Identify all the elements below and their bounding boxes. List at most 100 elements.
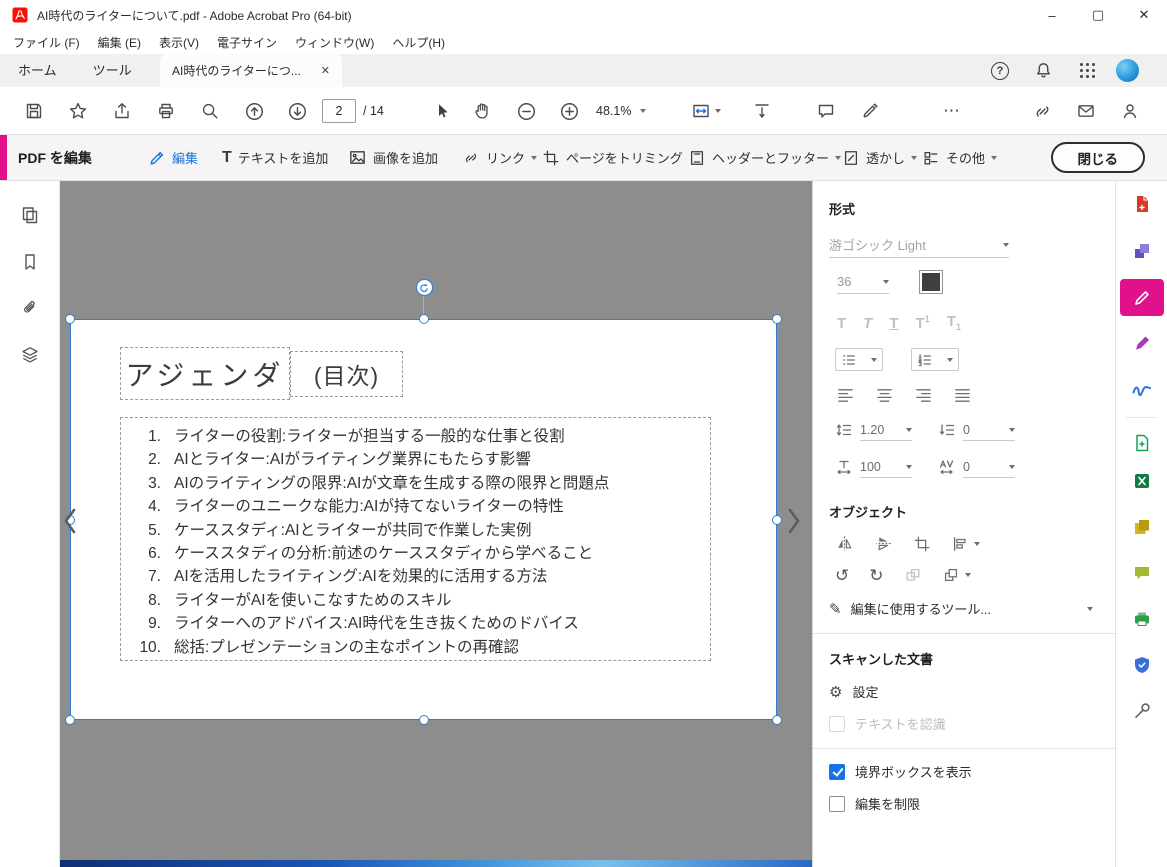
align-justify-button[interactable]	[954, 387, 971, 404]
underline-button[interactable]: T	[889, 315, 898, 332]
menu-esign[interactable]: 電子サイン	[208, 34, 286, 51]
rotate-clockwise-button[interactable]: ↻	[869, 567, 883, 584]
menu-view[interactable]: 表示(V)	[150, 34, 208, 51]
layers-icon[interactable]	[18, 343, 42, 367]
page-thumbnails-icon[interactable]	[18, 203, 42, 227]
selection-handle-bottom-center[interactable]	[418, 715, 429, 725]
selection-handle-bottom-right[interactable]	[772, 715, 782, 725]
pdf-page[interactable]: アジェンダ (目次) 1. ライターの役割:ライターが担当する一般的な仕事と役割 …	[65, 279, 782, 725]
menu-edit[interactable]: 編集 (E)	[89, 34, 150, 51]
more-tools-rail-icon[interactable]	[1129, 698, 1155, 724]
protect-pdf-icon[interactable]	[1129, 652, 1155, 678]
search-icon[interactable]	[196, 97, 224, 125]
zoom-out-button[interactable]	[512, 97, 540, 125]
scan-settings-button[interactable]: ⚙ 設定	[829, 682, 1099, 701]
font-size-dropdown[interactable]: 36	[837, 270, 889, 294]
highlighter-tool-button[interactable]	[856, 97, 884, 125]
selection-handle-bottom-left[interactable]	[65, 715, 75, 725]
acrobat-sign-icon[interactable]	[1129, 376, 1155, 402]
selection-handle-top-center[interactable]	[418, 314, 429, 324]
align-right-button[interactable]	[915, 387, 932, 404]
character-spacing-dropdown[interactable]: 0	[963, 456, 1015, 478]
bookmarks-icon[interactable]	[18, 250, 42, 274]
tab-close-icon[interactable]: ✕	[321, 64, 330, 77]
attachments-icon[interactable]	[18, 296, 42, 320]
more-options-button[interactable]: その他	[922, 135, 998, 180]
app-grid-button[interactable]	[1072, 54, 1102, 87]
star-favorite-button[interactable]	[64, 97, 92, 125]
share-button[interactable]	[108, 97, 136, 125]
align-objects-dropdown[interactable]	[951, 535, 980, 553]
tab-home[interactable]: ホーム	[0, 54, 75, 87]
combine-files-icon[interactable]	[1129, 238, 1155, 264]
pa​ragraph-spacing-dropdown[interactable]: 0	[963, 419, 1015, 441]
arrange-objects-dropdown[interactable]	[942, 566, 971, 584]
edit-pdf-icon[interactable]	[1120, 279, 1164, 316]
bullet-list-dropdown[interactable]	[835, 348, 883, 371]
comments-icon[interactable]	[1129, 560, 1155, 586]
horizontal-scale-dropdown[interactable]: 100	[860, 456, 912, 478]
tab-tools[interactable]: ツール	[75, 54, 150, 87]
italic-button[interactable]: T	[863, 315, 872, 332]
previous-page-arrow[interactable]	[60, 506, 80, 536]
slide-subtitle-textbox[interactable]: (目次)	[290, 351, 403, 397]
menu-file[interactable]: ファイル (F)	[4, 34, 89, 51]
next-page-arrow[interactable]	[784, 506, 804, 536]
selection-handle-middle-right[interactable]	[772, 514, 782, 525]
page-number-input[interactable]: 2	[322, 99, 356, 123]
organize-pages-icon[interactable]	[1129, 514, 1155, 540]
agenda-list-textbox[interactable]: 1. ライターの役割:ライターが担当する一般的な仕事と役割 2. AIとライター:A…	[120, 417, 711, 661]
select-tool-button[interactable]	[428, 97, 456, 125]
superscript-button[interactable]: T1	[916, 314, 930, 332]
subscript-button[interactable]: T1	[947, 313, 961, 332]
save-button[interactable]	[20, 97, 48, 125]
tab-document[interactable]: AI時代のライターにつ... ✕	[160, 54, 342, 87]
export-excel-icon[interactable]	[1129, 468, 1155, 494]
close-window-button[interactable]: ✕	[1121, 0, 1167, 30]
account-button[interactable]	[1116, 97, 1144, 125]
align-left-button[interactable]	[837, 387, 854, 404]
account-avatar[interactable]	[1112, 54, 1142, 87]
document-viewport[interactable]: アジェンダ (目次) 1. ライターの役割:ライターが担当する一般的な仕事と役割 …	[60, 181, 812, 867]
font-color-swatch[interactable]	[919, 270, 943, 294]
maximize-button[interactable]: ▢	[1075, 0, 1121, 30]
replace-object-button[interactable]	[904, 566, 922, 584]
flip-vertical-button[interactable]	[874, 534, 893, 553]
crop-pages-button[interactable]: ページをトリミング	[542, 135, 683, 180]
restrict-editing-checkbox[interactable]	[829, 795, 845, 812]
notifications-button[interactable]	[1028, 54, 1058, 87]
close-edit-mode-button[interactable]: 閉じる	[1050, 142, 1145, 173]
show-bounding-box-checkbox[interactable]	[829, 763, 845, 780]
help-button[interactable]: ?	[985, 54, 1015, 87]
edit-tool-button[interactable]: 編集	[148, 135, 198, 180]
align-center-button[interactable]	[876, 387, 893, 404]
minimize-button[interactable]: –	[1029, 0, 1075, 30]
link-tool-button[interactable]: リンク	[462, 135, 538, 180]
rotate-handle[interactable]	[415, 279, 433, 296]
measure-tool-button[interactable]	[748, 97, 776, 125]
zoom-level-dropdown[interactable]: 48.1%	[596, 87, 647, 135]
print-button[interactable]	[152, 97, 180, 125]
menu-help[interactable]: ヘルプ(H)	[383, 34, 454, 51]
menu-window[interactable]: ウィンドウ(W)	[286, 34, 383, 51]
selection-handle-top-right[interactable]	[772, 314, 782, 324]
numbered-list-dropdown[interactable]	[911, 348, 959, 371]
create-from-template-icon[interactable]	[1129, 430, 1155, 456]
add-text-button[interactable]: T テキストを追加	[222, 135, 328, 180]
more-tools-button[interactable]: ⋯	[938, 97, 966, 125]
next-page-button[interactable]	[283, 97, 311, 125]
crop-object-button[interactable]	[913, 535, 931, 553]
slide-title-textbox[interactable]: アジェンダ	[120, 347, 290, 400]
create-pdf-icon[interactable]	[1129, 191, 1155, 217]
recognize-text-checkbox[interactable]	[829, 715, 845, 732]
share-link-button[interactable]	[1028, 97, 1056, 125]
hand-tool-button[interactable]	[468, 97, 496, 125]
zoom-in-button[interactable]	[555, 97, 583, 125]
watermark-button[interactable]: 透かし	[842, 135, 918, 180]
previous-page-button[interactable]	[240, 97, 268, 125]
line-spacing-dropdown[interactable]: 1.20	[860, 419, 912, 441]
rotate-counterclockwise-button[interactable]: ↺	[835, 567, 849, 584]
header-footer-button[interactable]: ヘッダーとフッター	[688, 135, 842, 180]
comment-tool-button[interactable]	[812, 97, 840, 125]
request-signatures-icon[interactable]	[1129, 330, 1155, 356]
